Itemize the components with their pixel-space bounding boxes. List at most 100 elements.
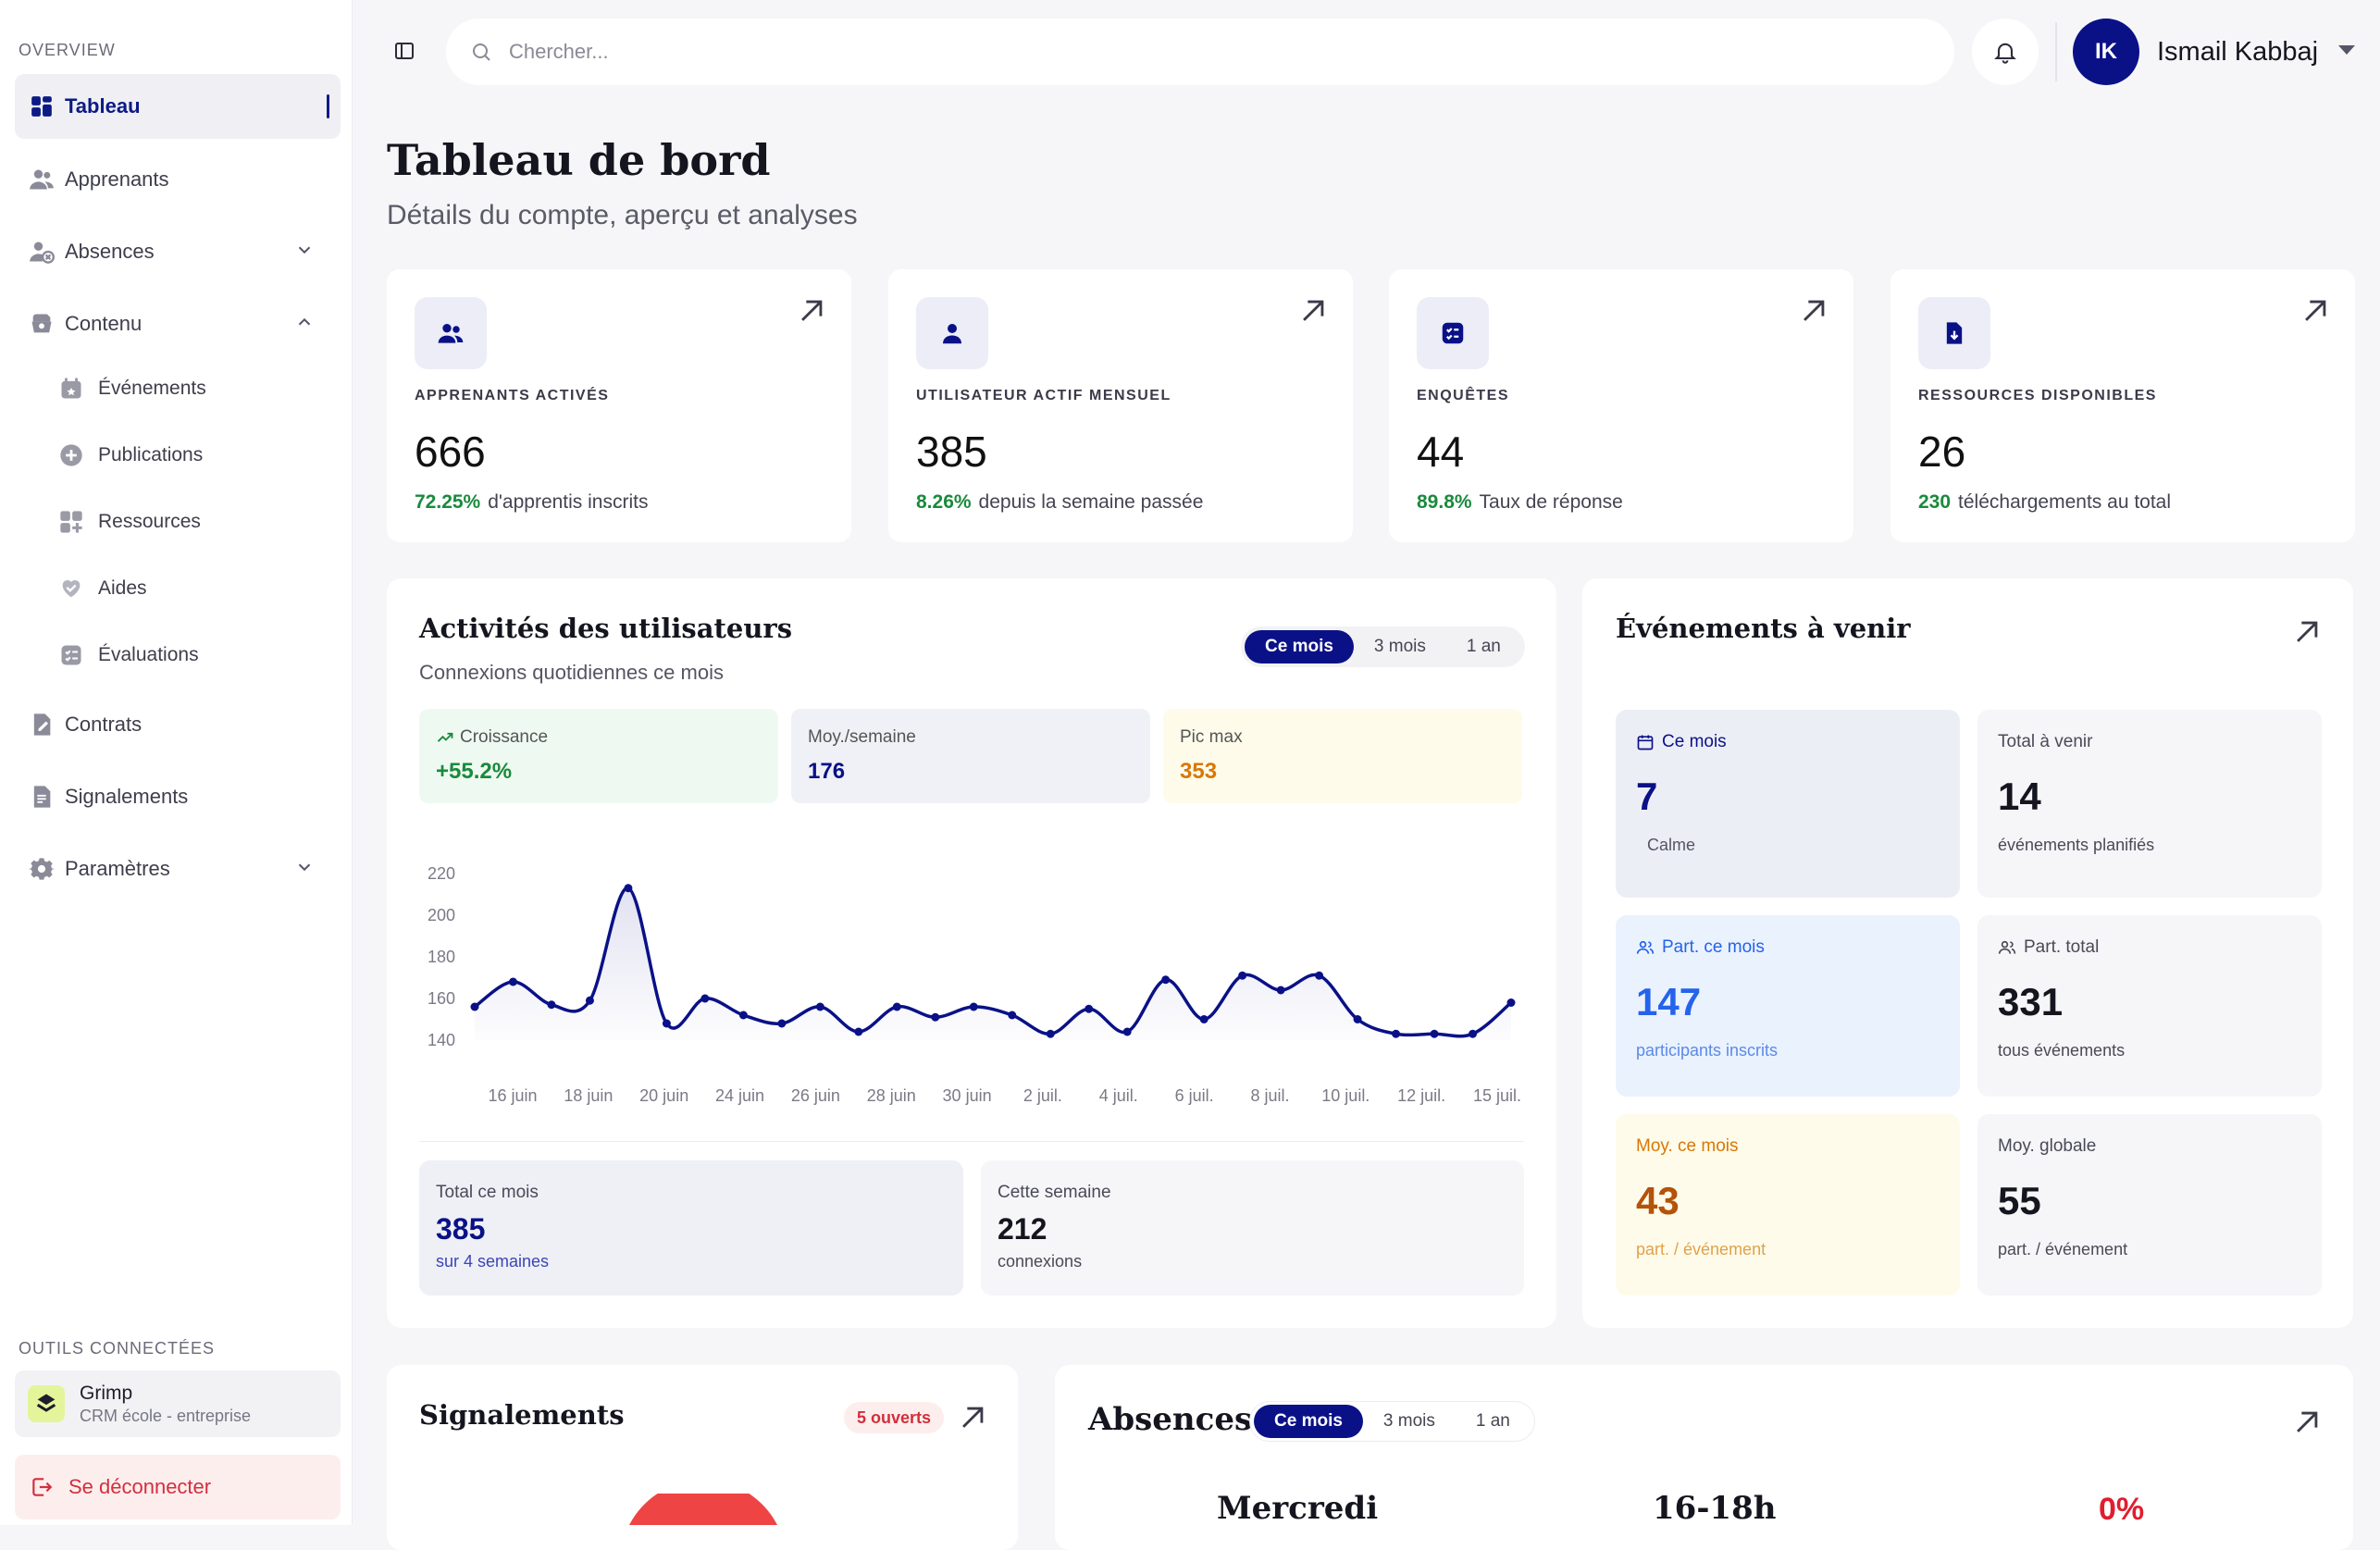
absence-rate: 0% [2099,1492,2145,1527]
trending-up-icon [437,732,453,742]
sidebar-toggle-button[interactable] [387,33,422,68]
event-card-sub: part. / événement [1636,1240,1766,1259]
arrow-up-right-icon[interactable] [2299,295,2331,327]
chart-data-point[interactable] [854,1027,863,1036]
chart-data-point[interactable] [969,1002,978,1011]
sidebar-item-signalements[interactable]: Signalements [15,764,341,829]
kpi-footer-text: depuis la semaine passée [978,491,1204,513]
report-icon [28,783,56,811]
kpi-footer: 230 téléchargements au total [1918,491,2171,514]
kpi-percentage: 230 [1918,491,1952,513]
chart-data-point[interactable] [585,996,594,1005]
bell-icon [1994,43,2016,64]
kpi-footer-text: Taux de réponse [1479,491,1623,513]
chart-data-point[interactable] [1085,1004,1094,1013]
chart-data-point[interactable] [777,1019,787,1028]
grimp-logo-icon [28,1385,65,1422]
chart-data-point[interactable] [1008,1011,1017,1020]
sidebar-item-parametres[interactable]: Paramètres [15,837,341,901]
arrow-up-right-icon[interactable] [2291,616,2323,648]
sidebar-item-apprenants[interactable]: Apprenants [15,147,341,212]
arrow-up-right-icon[interactable] [1297,295,1329,327]
sidebar-section-overview: OVERVIEW [19,41,116,59]
arrow-up-right-icon[interactable] [957,1402,988,1433]
sidebar-subitem-publications[interactable]: Publications [57,428,335,483]
chart-data-point[interactable] [1315,971,1324,980]
logout-button[interactable]: Se déconnecter [15,1455,341,1519]
kpi-card-enquetes[interactable]: ENQUÊTES 44 89.8% Taux de réponse [1389,269,1853,542]
growth-value: +55.2% [436,759,513,784]
weekly-average-value: 176 [808,759,846,784]
notifications-button[interactable] [1972,19,2039,85]
sidebar-subitem-label: Ressources [98,511,201,532]
chart-data-point[interactable] [1046,1029,1055,1038]
chart-data-point[interactable] [547,1000,556,1010]
content-icon [28,310,56,338]
chart-data-point[interactable] [1276,986,1285,995]
absence-peak-slot: 16-18h [1653,1490,1777,1527]
chart-data-point[interactable] [931,1012,940,1022]
chevron-down-icon [298,246,311,254]
tab-ce-mois[interactable]: Ce mois [1254,1405,1363,1438]
tab-3-mois[interactable]: 3 mois [1363,1405,1456,1438]
kpi-footer: 72.25% d'apprentis inscrits [415,491,648,514]
week-total-label: Cette semaine [998,1183,1111,1202]
sidebar-item-tableau[interactable]: Tableau [15,74,341,139]
tab-ce-mois[interactable]: Ce mois [1245,630,1354,663]
weekly-average-label: Moy./semaine [808,727,916,747]
chart-data-point[interactable] [624,884,633,893]
reports-donut-chart [629,1494,777,1525]
user-name[interactable]: Ismail Kabbaj [2157,37,2318,68]
chart-data-point[interactable] [1392,1029,1401,1038]
arrow-up-right-icon[interactable] [1798,295,1829,327]
search-bar[interactable] [446,19,1954,85]
chart-data-point[interactable] [1161,975,1171,985]
tab-1-an[interactable]: 1 an [1446,630,1521,663]
kpi-footer-text: téléchargements au total [1958,491,2172,513]
sidebar-subitem-evenements[interactable]: Événements [57,361,335,416]
chart-data-point[interactable] [738,1011,748,1020]
users-icon [1636,940,1655,954]
search-input[interactable] [509,40,1897,64]
chart-data-point[interactable] [662,1019,671,1028]
arrow-up-right-icon[interactable] [2291,1407,2323,1438]
event-card-sub: événements planifiés [1998,836,2155,854]
tab-3-mois[interactable]: 3 mois [1354,630,1446,663]
chart-data-point[interactable] [1469,1029,1478,1038]
tool-grimp[interactable]: Grimp CRM école - entreprise [15,1370,341,1437]
tool-subtitle: CRM école - entreprise [80,1406,252,1425]
chart-data-point[interactable] [470,1002,479,1011]
kpi-card-apprenants[interactable]: APPRENANTS ACTIVÉS 666 72.25% d'apprentis… [387,269,851,542]
sidebar-item-contrats[interactable]: Contrats [15,692,341,757]
chart-data-point[interactable] [1238,971,1247,980]
chart-data-point[interactable] [815,1002,824,1011]
topbar-divider [2055,22,2057,81]
sidebar-subitem-ressources[interactable]: Ressources [57,494,335,550]
caret-down-icon[interactable] [2337,43,2357,57]
chart-data-point[interactable] [1199,1015,1209,1023]
page-subtitle: Détails du compte, aperçu et analyses [387,200,858,230]
chart-data-point[interactable] [1122,1027,1132,1036]
chart-data-point[interactable] [508,977,517,986]
kpi-card-utilisateurs[interactable]: UTILISATEUR ACTIF MENSUEL 385 8.26% depui… [888,269,1353,542]
avatar[interactable]: IK [2073,19,2139,85]
chart-data-point[interactable] [892,1002,901,1011]
kpi-card-ressources[interactable]: RESSOURCES DISPONIBLES 26 230 téléchargem… [1890,269,2355,542]
event-card-moy-ce-mois: Moy. ce mois 43 part. / événement [1616,1114,1960,1296]
tab-1-an[interactable]: 1 an [1456,1405,1531,1438]
sidebar-item-label: Apprenants [65,167,169,191]
sidebar-item-label: Signalements [65,785,189,808]
calendar-icon [1637,735,1654,750]
sidebar-item-contenu[interactable]: Contenu [15,291,341,356]
chart-data-point[interactable] [1353,1015,1362,1023]
x-tick-label: 4 juil. [1099,1086,1138,1105]
chart-data-point[interactable] [1506,998,1516,1007]
sidebar-subitem-evaluations[interactable]: Évaluations [57,627,335,683]
chart-data-point[interactable] [700,994,710,1003]
chart-data-point[interactable] [1430,1029,1439,1038]
sidebar-subitem-aides[interactable]: Aides [57,561,335,616]
arrow-up-right-icon[interactable] [796,295,827,327]
search-icon [473,43,490,61]
logout-label: Se déconnecter [68,1475,212,1498]
sidebar-item-absences[interactable]: Absences [15,219,341,284]
